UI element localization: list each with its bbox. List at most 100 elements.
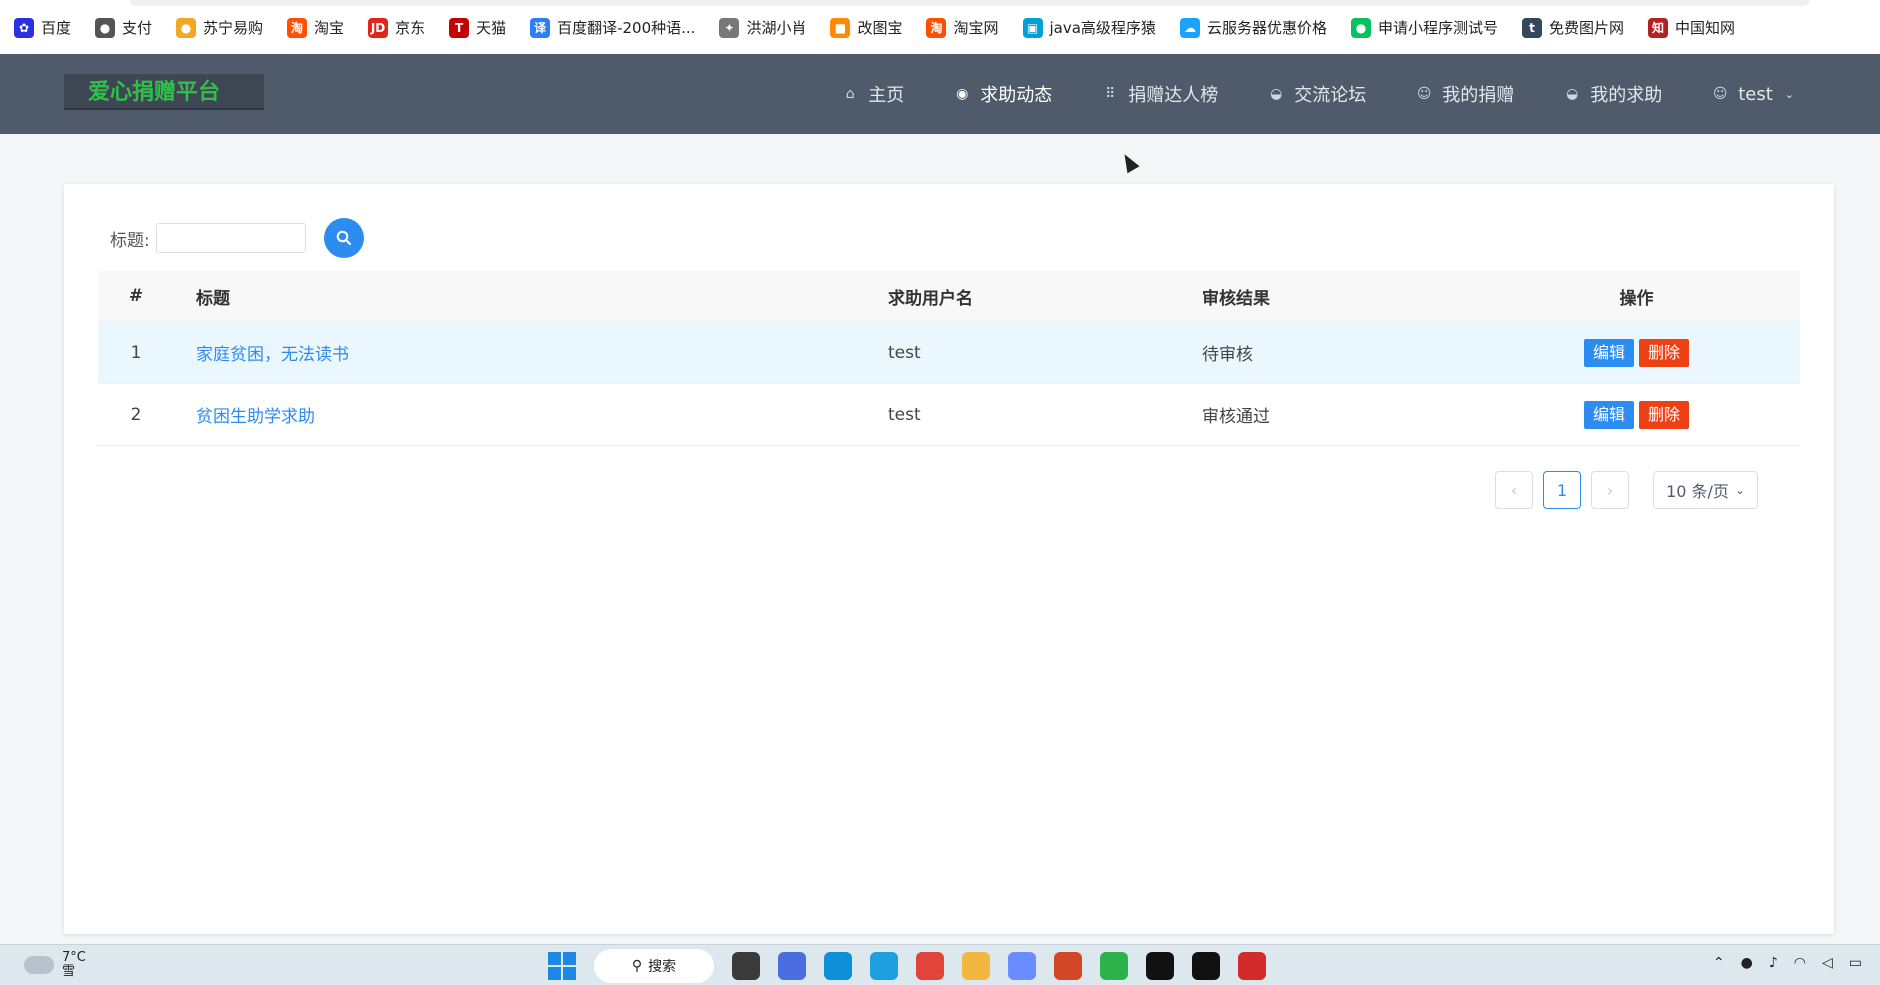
bookmark-item[interactable]: ✦ 洪湖小肖 [719,17,806,38]
bookmark-item[interactable]: JD 京东 [368,17,425,38]
search-bar: 标题: [110,218,364,258]
powerpoint-icon[interactable] [1054,952,1082,980]
nav-item-label: 我的求助 [1590,85,1663,106]
prev-page-button[interactable]: ‹ [1495,471,1534,509]
wps-icon[interactable] [1238,952,1266,980]
col-index: # [98,271,174,322]
chat-icon: ◒ [1270,86,1283,102]
chrome-icon[interactable] [916,952,944,980]
system-tray: ⌃ ● ♪ ◠ ◁ ▭ [1713,955,1862,971]
bookmark-item[interactable]: 淘淘宝网 [926,17,999,38]
nav-item-1[interactable]: ◉ 求助动态 [954,81,1052,107]
help-list-card: 标题: # 标题 求助用户名 审核结果 操作 1 家庭贫困，无法读书 test 待审核… [64,184,1834,934]
volume-icon[interactable]: ◁ [1822,955,1833,971]
row-index: 1 [98,321,174,384]
wifi-icon[interactable]: ◠ [1794,955,1806,971]
row-title-link[interactable]: 家庭贫困，无法读书 [196,345,349,365]
help-icon: ◒ [1566,86,1579,102]
bookmark-list: ✿ 百度 ● 支付 ● 苏宁易购淘淘宝 JD 京东 T 天猫译百度翻译-200种语... ✦ 洪湖小肖… [14,17,1735,38]
col-review-result: 审核结果 [1201,271,1473,322]
cnki-icon: 知 [1647,17,1668,38]
windows-start-icon[interactable] [548,952,576,980]
row-index: 2 [98,383,174,446]
bookmark-label: java高级程序猿 [1049,19,1156,37]
task-view-icon[interactable] [732,952,760,980]
tumblr-icon: t [1521,17,1542,38]
nav-item-5[interactable]: ◒ 我的求助 [1564,81,1662,107]
table-header-row: # 标题 求助用户名 审核结果 操作 [98,271,1800,322]
bookmark-item[interactable]: ☁ 云服务器优惠价格 [1179,17,1327,38]
next-page-button[interactable]: › [1591,471,1630,509]
folder-icon[interactable] [962,952,990,980]
bookmark-item[interactable]: ■ 改图宝 [830,17,902,38]
col-title: 标题 [174,271,887,322]
jd-icon: JD [368,17,389,38]
bookmark-item[interactable]: 知中国知网 [1647,17,1735,38]
copilot-icon[interactable] [1008,952,1036,980]
globe-icon: ● [95,17,116,38]
bookmark-label: 淘宝网 [953,19,999,37]
weather-widget[interactable]: 7°C 雪 [24,951,86,979]
bookmark-label: 百度翻译-200种语... [557,19,696,37]
row-username: test [887,321,1201,384]
gaitubao-icon: ■ [830,17,851,38]
edit-button[interactable]: 编辑 [1583,338,1634,367]
microphone-icon[interactable]: ♪ [1769,955,1778,971]
compass-icon: ◉ [956,86,969,102]
search-button[interactable] [323,218,364,258]
taskbar-search-label: 搜索 [648,959,677,975]
taobao-icon: 淘 [287,17,308,38]
weather-desc: 雪 [62,964,76,979]
intellij-icon[interactable] [1146,952,1174,980]
bookmark-item[interactable]: 淘淘宝 [287,17,344,38]
row-title-link[interactable]: 贫困生助学求助 [196,407,315,427]
delete-button[interactable]: 删除 [1639,338,1690,367]
nav-item-2[interactable]: ⠿ 捐赠达人榜 [1102,81,1218,107]
chevron-down-icon: ⌄ [1734,483,1745,497]
bookmark-label: 苏宁易购 [203,19,264,37]
taobao-icon: 淘 [926,17,947,38]
chat-app-icon[interactable] [778,952,806,980]
top-navbar: 爱心捐赠平台 ⌂ 主页 ◉ 求助动态 ⠿ 捐赠达人榜 ◒ 交流论坛 ☺ 我的捐赠 ◒ 我的求助 ☺ tes… [0,54,1880,134]
baidu-icon: ✿ [14,17,34,38]
search-icon: ⚲ [631,958,643,974]
row-username: test [887,383,1201,446]
chevron-up-icon[interactable]: ⌃ [1713,955,1725,971]
page-size-select[interactable]: 10 条/页 ⌄ [1653,471,1758,509]
bookmark-item[interactable]: T 天猫 [449,17,506,38]
bilibili-icon: ▣ [1022,17,1043,38]
bookmark-item[interactable]: ✿ 百度 [14,17,71,38]
bookmark-label: 百度 [41,19,72,37]
bookmark-item[interactable]: 译百度翻译-200种语... [530,17,695,38]
nav-item-3[interactable]: ◒ 交流论坛 [1268,81,1366,107]
bookmark-item[interactable]: ● 支付 [95,17,152,38]
nav-item-label: 交流论坛 [1294,85,1367,106]
nav-item-label: 捐赠达人榜 [1128,85,1219,106]
page-1-button[interactable]: 1 [1543,471,1582,509]
delete-button[interactable]: 删除 [1639,400,1690,429]
page-size-label: 10 条/页 [1666,482,1729,501]
smile-icon: ☺ [1416,86,1432,102]
qq-icon[interactable]: ● [1741,955,1753,971]
bookmark-item[interactable]: ● 苏宁易购 [176,17,263,38]
help-table: # 标题 求助用户名 审核结果 操作 1 家庭贫困，无法读书 test 待审核 编辑 删除… [98,271,1800,446]
ie-icon[interactable] [870,952,898,980]
title-search-input[interactable] [155,223,306,253]
main-nav: ⌂ 主页 ◉ 求助动态 ⠿ 捐赠达人榜 ◒ 交流论坛 ☺ 我的捐赠 ◒ 我的求助 ☺ test ⌄ [842,54,1794,134]
nav-item-4[interactable]: ☺ 我的捐赠 [1416,81,1514,107]
edit-button[interactable]: 编辑 [1583,400,1634,429]
terminal-icon[interactable] [1192,952,1220,980]
nav-item-0[interactable]: ⌂ 主页 [842,81,904,107]
taskbar-search[interactable]: ⚲ 搜索 [594,949,714,983]
edge-icon[interactable] [824,952,852,980]
pagination: ‹ 1 › 10 条/页 ⌄ [1495,471,1758,509]
battery-icon[interactable]: ▭ [1849,955,1862,971]
weather-temp: 7°C [62,950,86,965]
bookmark-item[interactable]: ● 申请小程序测试号 [1350,17,1498,38]
bookmark-item[interactable]: ▣ java高级程序猿 [1022,17,1156,38]
site-logo[interactable]: 爱心捐赠平台 [64,74,264,110]
user-menu[interactable]: ☺ test ⌄ [1712,84,1794,105]
hbuilder-icon[interactable] [1100,952,1128,980]
bookmark-label: 中国知网 [1674,19,1735,37]
bookmark-item[interactable]: t 免费图片网 [1521,17,1624,38]
